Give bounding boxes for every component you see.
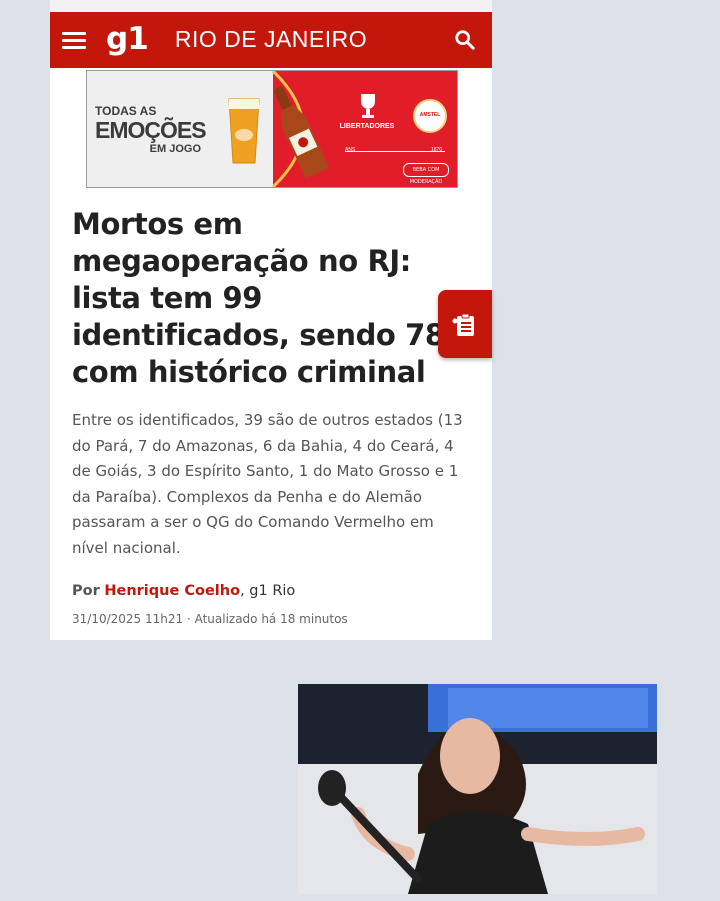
search-icon[interactable] [454,29,476,51]
article-headline: Mortos em megaoperação no RJ: lista tem … [72,207,445,389]
summary-float-button[interactable] [438,290,492,358]
advertisement-banner[interactable]: TODAS AS EMOÇÕES EM JOGO LIBERTADORES AM… [86,70,458,188]
publish-date: 31/10/2025 11h21 · Atualizado há 18 minu… [72,612,348,626]
ad-competition: LIBERTADORES [339,123,395,130]
trophy-icon [361,94,375,118]
ad-year-left: ANS [345,147,356,153]
reaction-photo-illustration [298,684,657,894]
author-link[interactable]: Henrique Coelho [104,583,240,599]
section-title[interactable]: RIO DE JANEIRO [50,26,492,53]
article-summary: Entre os identificados, 39 são de outros… [72,411,463,557]
clipboard-list-icon [452,313,474,336]
byline-source: , g1 Rio [240,583,296,599]
top-strip [50,0,492,12]
beer-bottle-icon [273,86,330,179]
ad-tagline-line-1: TODAS AS [95,104,157,118]
article-card: g1 RIO DE JANEIRO TODAS AS EMOÇÕES EM JO… [50,0,492,640]
ad-tagline-line-2: EMOÇÕES [95,117,207,143]
byline: Por Henrique Coelho, g1 Rio [72,583,295,599]
ad-year-right: 1870 [431,147,443,153]
amstel-label: AMSTEL [419,112,441,118]
site-header: g1 RIO DE JANEIRO [50,12,492,68]
ad-tagline-line-3: EM JOGO [149,143,201,155]
amstel-logo: AMSTEL [413,99,447,133]
woman-shrug-photo [298,684,657,894]
ad-divider [345,151,445,152]
ad-cta-button[interactable]: BEBA COM MODERAÇÃO [403,163,449,185]
ad-tagline: TODAS AS EMOÇÕES EM JOGO [95,104,207,155]
byline-prefix: Por [72,583,100,599]
